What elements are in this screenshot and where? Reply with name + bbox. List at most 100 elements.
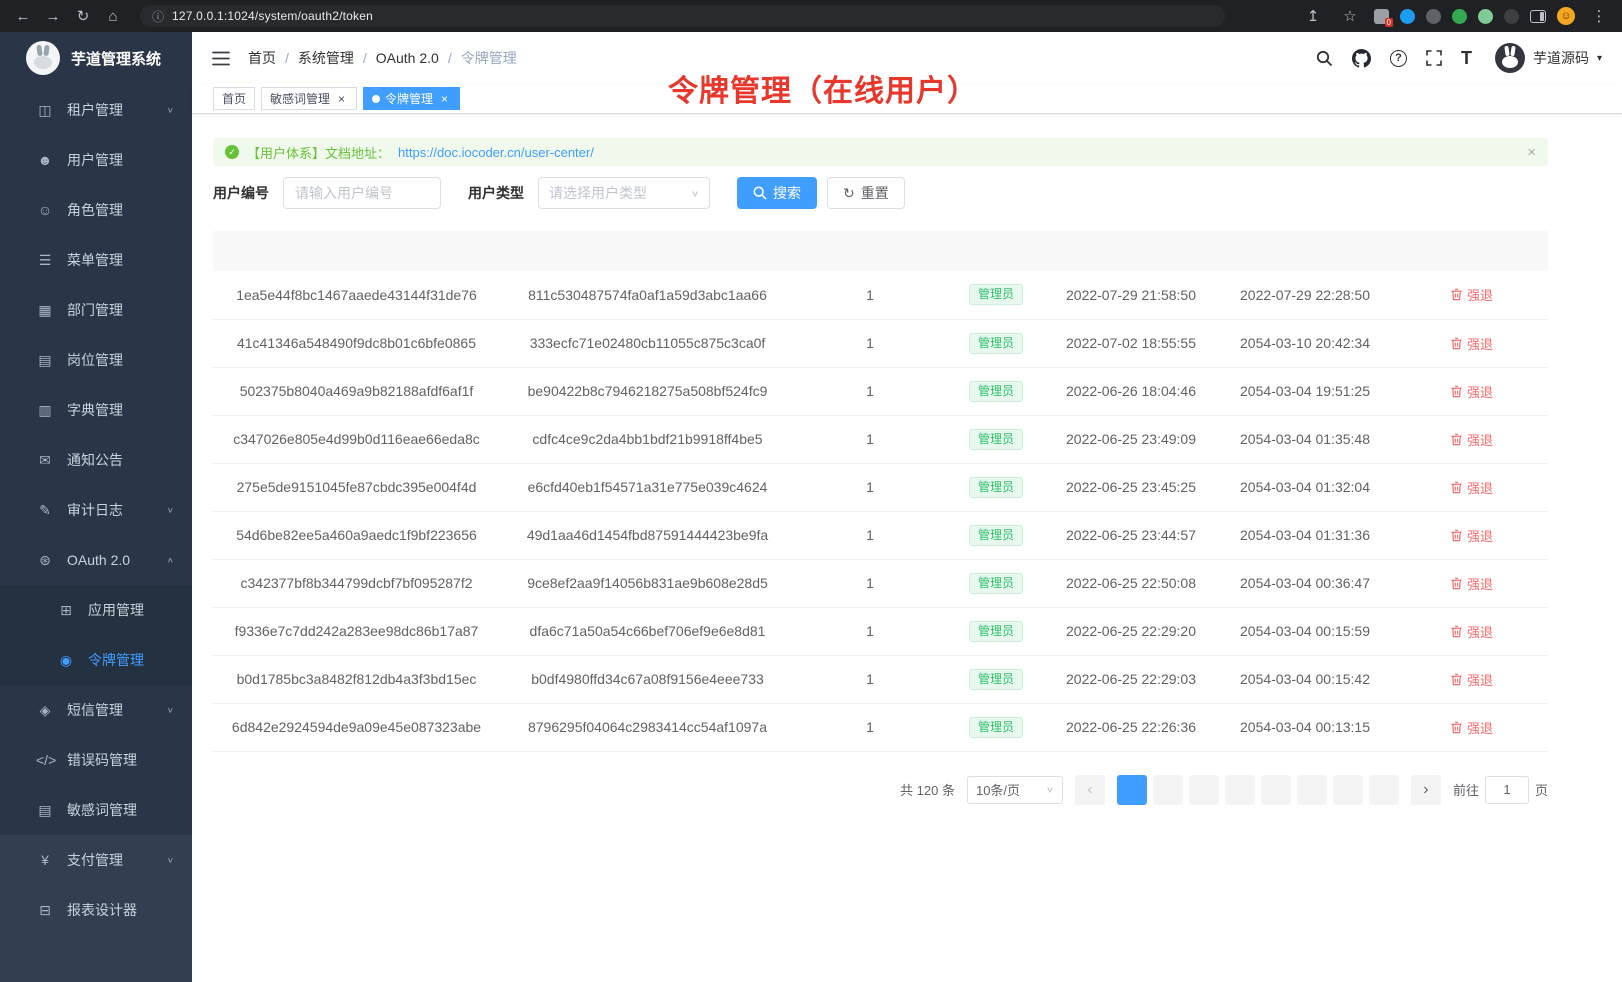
tab-close-icon[interactable]: × <box>335 92 348 106</box>
page-button[interactable] <box>1297 775 1327 805</box>
sidebar-item-role[interactable]: ☺ 角色管理 <box>0 185 192 235</box>
extension-icon[interactable] <box>1452 9 1467 24</box>
side-panel-icon[interactable] <box>1530 10 1546 23</box>
broadcast-icon: ◉ <box>57 652 75 669</box>
breadcrumb-item[interactable]: 首页 / <box>248 48 298 68</box>
table-row: f9336e7c7dd242a283ee98dc86b17a87 dfa6c71… <box>213 607 1548 655</box>
page-size-select[interactable]: 10条/页 ∨ <box>967 776 1063 804</box>
sidebar-item-notice[interactable]: ✉ 通知公告 <box>0 435 192 485</box>
access-token-cell: 502375b8040a469a9b82188afdf6af1f <box>213 367 500 415</box>
page-button[interactable] <box>1189 775 1219 805</box>
sidebar-item-error-code[interactable]: </> 错误码管理 <box>0 735 192 785</box>
force-logout-label: 强退 <box>1467 670 1493 689</box>
create-time-cell: 2022-06-25 23:45:25 <box>1047 463 1215 511</box>
page-button[interactable] <box>1333 775 1363 805</box>
search-button[interactable]: 搜索 <box>737 177 817 209</box>
font-size-icon[interactable]: T <box>1461 48 1472 69</box>
column-header <box>945 231 1047 271</box>
page-button[interactable] <box>1225 775 1255 805</box>
sidebar-item-tenant[interactable]: ◫ 租户管理 ∨ <box>0 85 192 135</box>
force-logout-button[interactable]: 强退 <box>1450 382 1493 401</box>
reset-button[interactable]: ↻ 重置 <box>827 177 905 209</box>
back-icon[interactable]: ← <box>10 4 36 28</box>
chevron-icon: ∧ <box>167 556 174 564</box>
fullscreen-icon[interactable] <box>1426 50 1442 66</box>
user-type-cell: 管理员 <box>945 559 1047 607</box>
action-cell: 强退 <box>1395 463 1548 511</box>
table-row: b0d1785bc3a8482f812db4a3f3bd15ec b0df498… <box>213 655 1548 703</box>
breadcrumb-item[interactable]: 令牌管理 <box>461 48 517 68</box>
extension-icon[interactable] <box>1400 9 1415 24</box>
tab[interactable]: 首页 <box>213 87 255 110</box>
doc-link[interactable]: https://doc.iocoder.cn/user-center/ <box>398 145 594 160</box>
extension-icon[interactable] <box>1504 9 1519 24</box>
user-type-badge: 管理员 <box>969 284 1023 305</box>
force-logout-button[interactable]: 强退 <box>1450 334 1493 353</box>
force-logout-label: 强退 <box>1467 574 1493 593</box>
extension-icon[interactable] <box>1478 9 1493 24</box>
yen-icon: ¥ <box>36 852 54 868</box>
url-bar[interactable]: ⓘ 127.0.0.1:1024/system/oauth2/token <box>140 5 1225 27</box>
collapse-menu-icon[interactable] <box>212 51 230 66</box>
bookmark-star-icon[interactable]: ☆ <box>1337 4 1363 28</box>
profile-avatar[interactable]: ☺ <box>1557 7 1575 25</box>
sidebar-item-report-designer[interactable]: ⊟ 报表设计器 <box>0 885 192 935</box>
alert-close-icon[interactable]: × <box>1527 144 1536 161</box>
sidebar-item-oauth2-token[interactable]: ◉ 令牌管理 <box>0 635 192 685</box>
breadcrumb-item[interactable]: 系统管理 / <box>298 48 376 68</box>
tab-close-icon[interactable]: × <box>438 92 451 106</box>
trash-icon <box>1450 481 1463 494</box>
sidebar-item-post[interactable]: ▤ 岗位管理 <box>0 335 192 385</box>
sidebar-item-dict[interactable]: ▥ 字典管理 <box>0 385 192 435</box>
github-icon[interactable] <box>1352 49 1371 68</box>
browser-menu-icon[interactable]: ⋮ <box>1586 4 1612 28</box>
tab[interactable]: 令牌管理 × <box>363 87 460 110</box>
sidebar-item-oauth2-app[interactable]: ⊞ 应用管理 <box>0 585 192 635</box>
sidebar-item-audit-log[interactable]: ✎ 审计日志 ∨ <box>0 485 192 535</box>
force-logout-button[interactable]: 强退 <box>1450 718 1493 737</box>
sidebar-item-user[interactable]: ☻ 用户管理 <box>0 135 192 185</box>
share-icon[interactable]: ↥ <box>1300 4 1326 28</box>
sidebar-item-dept[interactable]: ▦ 部门管理 <box>0 285 192 335</box>
sidebar-item-sensitive-word[interactable]: ▤ 敏感词管理 <box>0 785 192 835</box>
force-logout-button[interactable]: 强退 <box>1450 670 1493 689</box>
user-type-cell: 管理员 <box>945 319 1047 367</box>
extension-icon[interactable]: 0 <box>1374 9 1389 24</box>
page-button[interactable] <box>1153 775 1183 805</box>
force-logout-button[interactable]: 强退 <box>1450 430 1493 449</box>
goto-page-input[interactable] <box>1485 776 1529 804</box>
menu-label: 岗位管理 <box>67 350 174 370</box>
help-icon[interactable]: ? <box>1390 50 1407 67</box>
access-token-cell: c342377bf8b344799dcbf7bf095287f2 <box>213 559 500 607</box>
select-caret-icon: ∨ <box>1046 784 1054 794</box>
sidebar-item-pay[interactable]: ¥ 支付管理 ∨ <box>0 835 192 885</box>
app-logo[interactable]: 芋道管理系统 <box>0 32 192 84</box>
sidebar-item-sms[interactable]: ◈ 短信管理 ∨ <box>0 685 192 735</box>
force-logout-button[interactable]: 强退 <box>1450 478 1493 497</box>
tab[interactable]: 敏感词管理 × <box>261 87 357 110</box>
user-type-cell: 管理员 <box>945 367 1047 415</box>
page-button[interactable] <box>1369 775 1399 805</box>
extension-icon[interactable] <box>1426 9 1441 24</box>
site-info-icon[interactable]: ⓘ <box>152 8 164 25</box>
menu-label: 租户管理 <box>67 100 154 120</box>
breadcrumb-item[interactable]: OAuth 2.0 / <box>376 50 461 66</box>
sidebar-item-menu[interactable]: ☰ 菜单管理 <box>0 235 192 285</box>
browser-chrome: ← → ↻ ⌂ ⓘ 127.0.0.1:1024/system/oauth2/t… <box>0 0 1622 32</box>
forward-icon[interactable]: → <box>40 4 66 28</box>
user-type-select[interactable]: 请选择用户类型 ∨ <box>538 177 710 209</box>
next-page-button[interactable]: › <box>1411 775 1441 805</box>
user-menu[interactable]: 芋道源码 ▾ <box>1495 43 1602 73</box>
force-logout-button[interactable]: 强退 <box>1450 526 1493 545</box>
home-icon[interactable]: ⌂ <box>100 4 126 28</box>
sidebar-item-oauth2[interactable]: ⊛ OAuth 2.0 ∧ <box>0 535 192 585</box>
page-button[interactable] <box>1117 775 1147 805</box>
search-icon[interactable] <box>1316 50 1333 67</box>
force-logout-button[interactable]: 强退 <box>1450 285 1493 304</box>
force-logout-button[interactable]: 强退 <box>1450 574 1493 593</box>
page-button[interactable] <box>1261 775 1291 805</box>
user-id-input[interactable] <box>283 177 441 209</box>
force-logout-button[interactable]: 强退 <box>1450 622 1493 641</box>
reload-icon[interactable]: ↻ <box>70 4 96 28</box>
prev-page-button[interactable]: ‹ <box>1075 775 1105 805</box>
